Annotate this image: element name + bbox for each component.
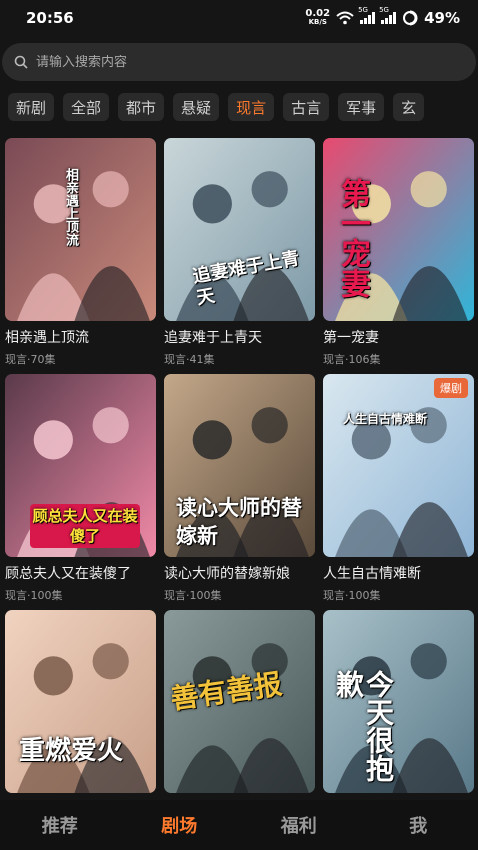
drama-title[interactable]: 第一宠妻 [323, 327, 474, 347]
drama-poster[interactable]: 追妻难于上青天 [164, 138, 315, 321]
nav-tab-juchang[interactable]: 剧场 [120, 812, 240, 838]
category-xuanyi[interactable]: 悬疑 [173, 93, 220, 121]
drama-card[interactable]: 相亲遇上顶流 相亲遇上顶流 现言·70集 [5, 138, 156, 374]
poster-title-text: 今天很抱歉 [332, 670, 395, 782]
drama-meta: 现言·106集 [323, 353, 381, 366]
drama-title[interactable]: 追妻难于上青天 [164, 327, 315, 347]
category-xinju[interactable]: 新剧 [8, 93, 55, 121]
drama-grid: 相亲遇上顶流 相亲遇上顶流 现言·70集 追妻难于上青天 追妻难于上青天 现言·… [5, 138, 475, 846]
drama-card[interactable]: 人生自古情难断 爆剧 人生自古情难断 现言·100集 [323, 374, 474, 610]
poster-title-text: 第一宠妻 [335, 178, 370, 298]
status-bar: 20:56 0.02 KB/S 5G 5G 49% [0, 0, 478, 36]
poster-title-text: 读心大师的替嫁新 [176, 495, 302, 548]
signal-icon-sim1: 5G [358, 6, 376, 24]
category-guyan[interactable]: 古言 [283, 93, 330, 121]
drama-title[interactable]: 读心大师的替嫁新娘 [164, 563, 315, 583]
drama-card[interactable]: 第一宠妻 第一宠妻 现言·106集 [323, 138, 474, 374]
bottom-nav: 推荐 剧场 福利 我 [0, 800, 478, 850]
nav-tab-wo[interactable]: 我 [359, 812, 478, 838]
hot-badge: 爆剧 [434, 378, 468, 398]
drama-meta: 现言·100集 [323, 589, 381, 602]
network-speed: 0.02 KB/S [305, 8, 331, 27]
poster-title-text: 顾总夫人又在装傻了 [30, 504, 140, 548]
drama-poster[interactable]: 今天很抱歉 [323, 610, 474, 793]
drama-card[interactable]: 读心大师的替嫁新 读心大师的替嫁新娘 现言·100集 [164, 374, 315, 610]
drama-poster[interactable]: 善有善报 [164, 610, 315, 793]
drama-title[interactable]: 相亲遇上顶流 [5, 327, 156, 347]
clock: 20:56 [26, 9, 74, 27]
category-junshi[interactable]: 军事 [338, 93, 385, 121]
drama-card[interactable]: 追妻难于上青天 追妻难于上青天 现言·41集 [164, 138, 315, 374]
signal-icon-sim2: 5G [379, 6, 397, 24]
poster-title-text: 相亲遇上顶流 [63, 168, 78, 246]
status-icons: 0.02 KB/S 5G 5G 49% [305, 6, 460, 27]
drama-poster[interactable]: 人生自古情难断 爆剧 [323, 374, 474, 557]
drama-meta: 现言·70集 [5, 353, 56, 366]
drama-meta: 现言·41集 [164, 353, 215, 366]
category-quanbu[interactable]: 全部 [63, 93, 110, 121]
search-bar[interactable] [2, 43, 476, 81]
drama-poster[interactable]: 读心大师的替嫁新 [164, 374, 315, 557]
poster-artwork [323, 374, 474, 557]
drama-meta: 现言·100集 [164, 589, 222, 602]
search-input[interactable] [36, 54, 436, 70]
category-dushi[interactable]: 都市 [118, 93, 165, 121]
wifi-icon [336, 11, 354, 25]
poster-title-text: 重燃爱火 [19, 736, 124, 766]
category-xuan[interactable]: 玄 [393, 93, 425, 121]
search-icon [14, 55, 28, 69]
nav-tab-fuli[interactable]: 福利 [239, 812, 359, 838]
drama-poster[interactable]: 重燃爱火 [5, 610, 156, 793]
poster-artwork [5, 138, 156, 321]
drama-card[interactable]: 顾总夫人又在装傻了 顾总夫人又在装傻了 现言·100集 [5, 374, 156, 610]
drama-poster[interactable]: 相亲遇上顶流 [5, 138, 156, 321]
battery-icon [403, 10, 418, 26]
nav-tab-tuijian[interactable]: 推荐 [0, 812, 120, 838]
poster-title-text: 人生自古情难断 [343, 412, 428, 426]
drama-title[interactable]: 顾总夫人又在装傻了 [5, 563, 156, 583]
drama-meta: 现言·100集 [5, 589, 63, 602]
drama-title[interactable]: 人生自古情难断 [323, 563, 474, 583]
category-tabs: 新剧 全部 都市 悬疑 现言 古言 军事 玄 [0, 93, 478, 123]
drama-poster[interactable]: 顾总夫人又在装傻了 [5, 374, 156, 557]
battery-percent: 49% [424, 9, 460, 27]
drama-poster[interactable]: 第一宠妻 [323, 138, 474, 321]
category-xianyan[interactable]: 现言 [228, 93, 275, 121]
